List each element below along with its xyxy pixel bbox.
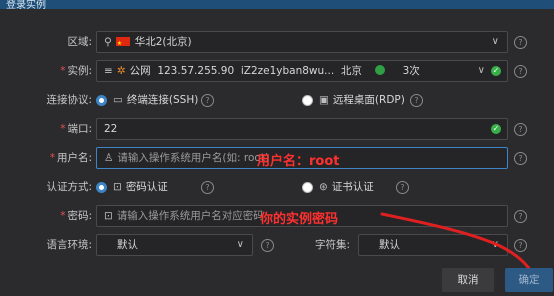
confirm-button[interactable]: 确定 (505, 268, 553, 292)
annotation-arrow (380, 212, 548, 290)
cancel-button[interactable]: 取消 (442, 268, 494, 292)
